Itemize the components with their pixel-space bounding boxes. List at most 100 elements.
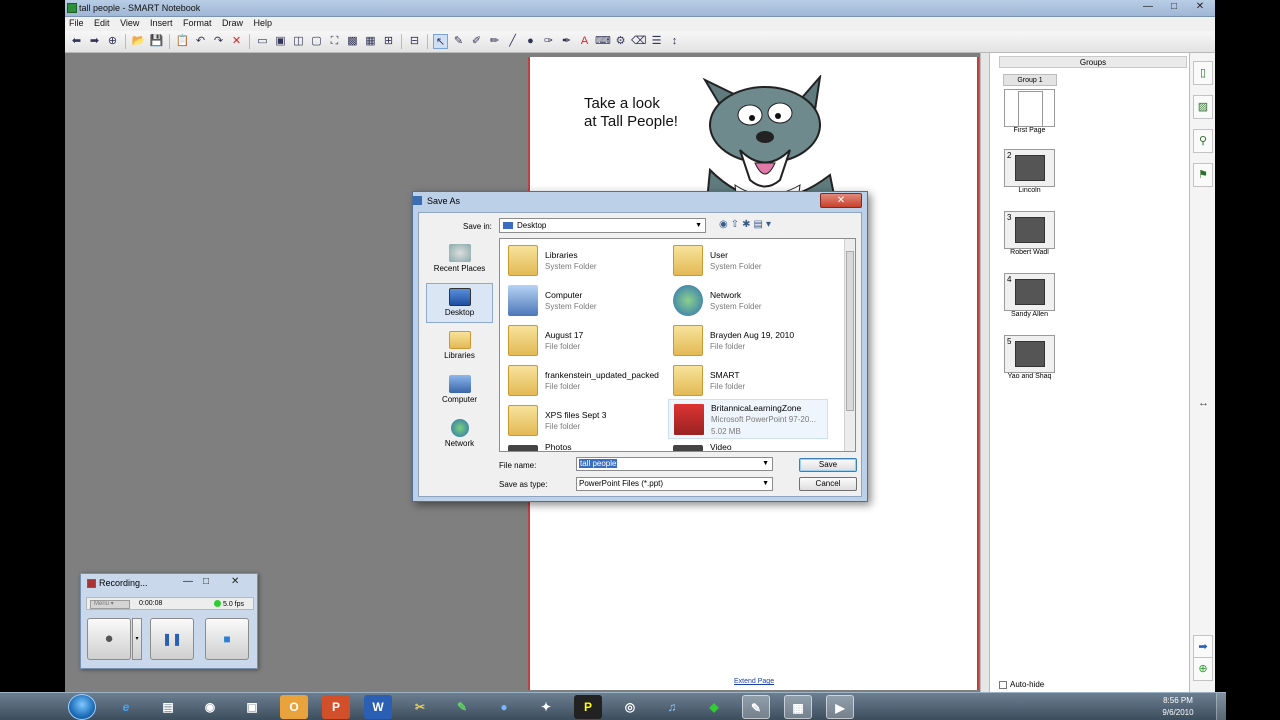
taskbar-media-gallery[interactable]: ▣ [238,695,266,719]
file-name-input[interactable]: tall people ▼ [576,457,773,471]
cancel-button[interactable]: Cancel [799,477,857,491]
up-folder-icon[interactable]: ⇧ [731,219,742,230]
select-icon[interactable]: ↖ [433,34,448,49]
page-thumbnail-1[interactable]: First Page [1004,89,1055,134]
file-item[interactable]: XPS files Sept 3 File folder [503,401,663,441]
gallery-tab-icon[interactable]: ▨ [1193,95,1213,119]
place-recent-places[interactable]: Recent Places [426,240,493,280]
maximize-button[interactable]: □ [1161,0,1187,15]
group-tab[interactable]: Group 1 [1003,74,1057,86]
menu-file[interactable]: File [65,17,88,29]
insert-image-icon[interactable]: ▩ [345,34,360,49]
panel-resize-arrow-icon[interactable]: ↔ [1198,397,1209,409]
file-item[interactable]: Brayden Aug 19, 2010 File folder [668,321,828,361]
text-icon[interactable]: A [577,34,592,49]
save-type-dropdown[interactable]: PowerPoint Files (*.ppt) ▼ [576,477,773,491]
place-desktop[interactable]: Desktop [426,283,493,323]
place-libraries[interactable]: Libraries [426,327,493,367]
menu-view[interactable]: View [116,17,143,29]
capture-icon[interactable]: ⛶ [327,34,342,49]
minimize-button[interactable]: — [1135,0,1161,15]
properties-tab-icon[interactable]: ⚑ [1193,163,1213,187]
document-camera-icon[interactable]: ⊞ [381,34,396,49]
place-computer[interactable]: Computer [426,371,493,411]
stop-button[interactable]: ■ [205,618,249,660]
close-button[interactable]: ✕ [1187,0,1213,15]
scrollbar-thumb[interactable] [846,251,854,411]
show-desktop-button[interactable] [1216,693,1226,720]
file-item[interactable]: SMART File folder [668,361,828,401]
file-item-hovered[interactable]: BritannicaLearningZone Microsoft PowerPo… [668,399,828,439]
window-title-bar[interactable]: tall people - SMART Notebook — □ ✕ [65,0,1215,17]
properties-icon[interactable]: ⚙ [613,34,628,49]
taskbar-pdf-app[interactable]: P [574,695,602,719]
delete-icon[interactable]: ✕ [229,34,244,49]
page-thumbnail-2[interactable]: 2 Lincoln [1004,149,1055,194]
file-item[interactable]: Network System Folder [668,281,828,321]
file-item[interactable]: frankenstein_updated_packed File folder [503,361,663,401]
page-thumbnail-4[interactable]: 4 Sandy Allen [1004,273,1055,318]
file-item[interactable]: Libraries System Folder [503,241,663,281]
file-item[interactable]: Photos [503,441,663,451]
forward-icon[interactable]: ➡ [87,34,102,49]
taskbar-scissors[interactable]: ✂ [406,695,434,719]
undo-icon[interactable]: ↶ [193,34,208,49]
groups-header[interactable]: Groups [999,56,1187,68]
taskbar-recorder-app[interactable]: ● [490,695,518,719]
taskbar-network-app[interactable]: ✦ [532,695,560,719]
magic-pen-icon[interactable]: ✏ [487,34,502,49]
paste-icon[interactable]: 📋 [175,34,190,49]
taskbar-smart-notebook[interactable]: ✎ [742,695,770,719]
dialog-title-bar[interactable]: Save As [413,196,460,206]
system-clock[interactable]: 8:56 PM 9/6/2010 [1140,695,1216,719]
dual-view-icon[interactable]: ◫ [291,34,306,49]
taskbar-green-tool[interactable]: ◆ [700,695,728,719]
place-network[interactable]: Network [426,415,493,455]
taskbar-camera[interactable]: ◉ [196,695,224,719]
redo-icon[interactable]: ↷ [211,34,226,49]
add-page-icon[interactable]: ⊕ [105,34,120,49]
recorder-menu-button[interactable]: Menu ▾ [90,600,130,609]
keyboard-icon[interactable]: ⌨ [595,34,611,49]
recorder-maximize-button[interactable]: □ [203,576,209,587]
file-list[interactable]: Libraries System Folder User System Fold… [499,238,856,452]
menu-help[interactable]: Help [250,17,277,29]
page-sorter-tab-icon[interactable]: ▯ [1193,61,1213,85]
file-item[interactable]: August 17 File folder [503,321,663,361]
align-icon[interactable]: ☰ [649,34,664,49]
line-icon[interactable]: ╱ [505,34,520,49]
fill-icon[interactable]: ✒ [559,34,574,49]
save-button[interactable]: Save [799,458,857,472]
highlighter-icon[interactable]: ✑ [541,34,556,49]
back-icon[interactable]: ⬅ [69,34,84,49]
eraser-icon[interactable]: ⌫ [631,34,647,49]
taskbar-outlook[interactable]: O [280,695,308,719]
pen-icon[interactable]: ✎ [451,34,466,49]
record-button[interactable]: ● [87,618,131,660]
autohide-checkbox[interactable] [999,680,1007,689]
new-folder-icon[interactable]: ✱ [742,219,753,230]
taskbar-itunes[interactable]: ♫ [658,695,686,719]
move-icon[interactable]: ↕ [667,34,682,49]
page-thumbnail-5[interactable]: 5 Yao and Shaq [1004,335,1055,380]
start-button[interactable] [68,694,96,720]
menu-format[interactable]: Format [179,17,216,29]
add-page-side-icon[interactable]: ⊕ [1193,657,1213,681]
save-in-dropdown[interactable]: Desktop ▼ [499,218,706,233]
screen-shade-icon[interactable]: ▭ [255,34,270,49]
file-list-scrollbar[interactable] [844,239,855,451]
taskbar-dvd-app[interactable]: ◎ [616,695,644,719]
creative-pen-icon[interactable]: ✐ [469,34,484,49]
file-item[interactable]: User System Folder [668,241,828,281]
autohide-option[interactable]: Auto-hide [999,680,1044,689]
menu-draw[interactable]: Draw [218,17,247,29]
view-menu-icon[interactable]: ▤▾ [754,219,774,230]
recorder-close-button[interactable]: ✕ [231,576,239,587]
recorder-minimize-button[interactable]: — [183,576,193,587]
save-icon[interactable]: 💾 [149,34,164,49]
taskbar-board-app[interactable]: ▦ [784,695,812,719]
attachments-tab-icon[interactable]: ⚲ [1193,129,1213,153]
panel-divider[interactable] [980,53,989,692]
record-options-dropdown[interactable]: ▾ [132,618,142,660]
dialog-close-button[interactable]: ✕ [820,193,862,208]
